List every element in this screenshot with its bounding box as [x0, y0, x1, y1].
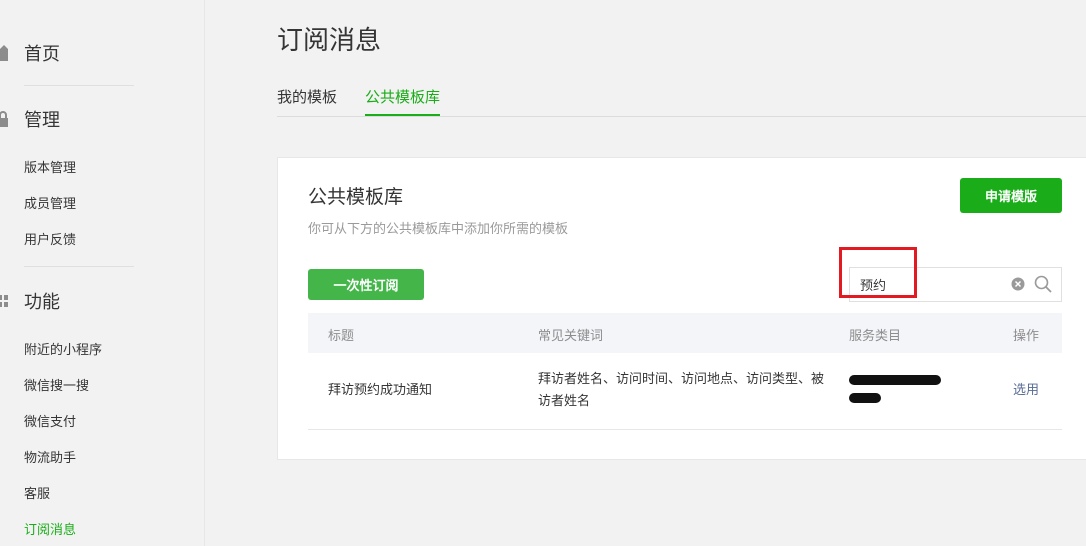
sidebar-item-subscribe[interactable]: 订阅消息: [24, 521, 76, 541]
th-action: 操作: [1013, 329, 1040, 344]
search-icon[interactable]: [1034, 275, 1052, 293]
sidebar-section-features: 功能: [0, 286, 60, 316]
sidebar-divider: [24, 85, 134, 86]
redaction-mark: [849, 375, 941, 385]
sidebar-item-nearby[interactable]: 附近的小程序: [24, 341, 102, 361]
select-template-link[interactable]: 选用: [1013, 380, 1039, 402]
th-title: 标题: [328, 329, 355, 344]
table-header: 标题 常见关键词 服务类目 操作: [308, 313, 1062, 353]
card-description: 你可从下方的公共模板库中添加你所需的模板: [308, 222, 569, 237]
card-title: 公共模板库: [308, 186, 404, 208]
redaction-mark: [849, 393, 881, 403]
one-time-subscribe-button[interactable]: 一次性订阅: [308, 269, 424, 300]
th-keywords: 常见关键词: [538, 329, 604, 344]
th-category: 服务类目: [849, 329, 902, 344]
page-title: 订阅消息: [277, 26, 382, 56]
sidebar-home-label: 首页: [24, 44, 60, 65]
grid-icon: [0, 295, 8, 307]
apply-template-button[interactable]: 申请模版: [960, 178, 1062, 213]
sidebar: 首页 管理 版本管理 成员管理 用户反馈 功能 附近的小程序 微信搜一搜 微信支…: [0, 0, 205, 546]
sidebar-item-pay[interactable]: 微信支付: [24, 413, 76, 433]
sidebar-item-service[interactable]: 客服: [24, 485, 50, 505]
row-keywords: 拜访者姓名、访问时间、访问地点、访问类型、被访者姓名: [538, 372, 825, 409]
tab-bar: 我的模板 公共模板库: [277, 76, 1086, 117]
sidebar-item-search[interactable]: 微信搜一搜: [24, 377, 89, 397]
tab-public-library[interactable]: 公共模板库: [365, 86, 441, 116]
sidebar-item-logistics[interactable]: 物流助手: [24, 449, 76, 469]
sidebar-features-label: 功能: [24, 292, 60, 313]
sidebar-section-manage: 管理: [0, 104, 60, 134]
table-row: 拜访预约成功通知 拜访者姓名、访问时间、访问地点、访问类型、被访者姓名 选用: [308, 353, 1062, 430]
tab-my-templates[interactable]: 我的模板: [277, 86, 337, 116]
template-library-card: 公共模板库 你可从下方的公共模板库中添加你所需的模板 申请模版 一次性订阅 标题…: [277, 157, 1086, 460]
sidebar-item-feedback[interactable]: 用户反馈: [24, 231, 76, 251]
row-title: 拜访预约成功通知: [328, 383, 433, 398]
sidebar-section-home[interactable]: 首页: [0, 38, 60, 68]
sidebar-divider: [24, 266, 134, 267]
home-icon: [0, 45, 8, 61]
clear-icon[interactable]: [1011, 277, 1025, 291]
search-highlight-box: [839, 247, 917, 298]
sidebar-item-version[interactable]: 版本管理: [24, 159, 76, 179]
sidebar-item-members[interactable]: 成员管理: [24, 195, 76, 215]
sidebar-manage-label: 管理: [24, 110, 60, 131]
lock-icon: [0, 111, 8, 127]
row-category-redacted: [849, 369, 949, 411]
